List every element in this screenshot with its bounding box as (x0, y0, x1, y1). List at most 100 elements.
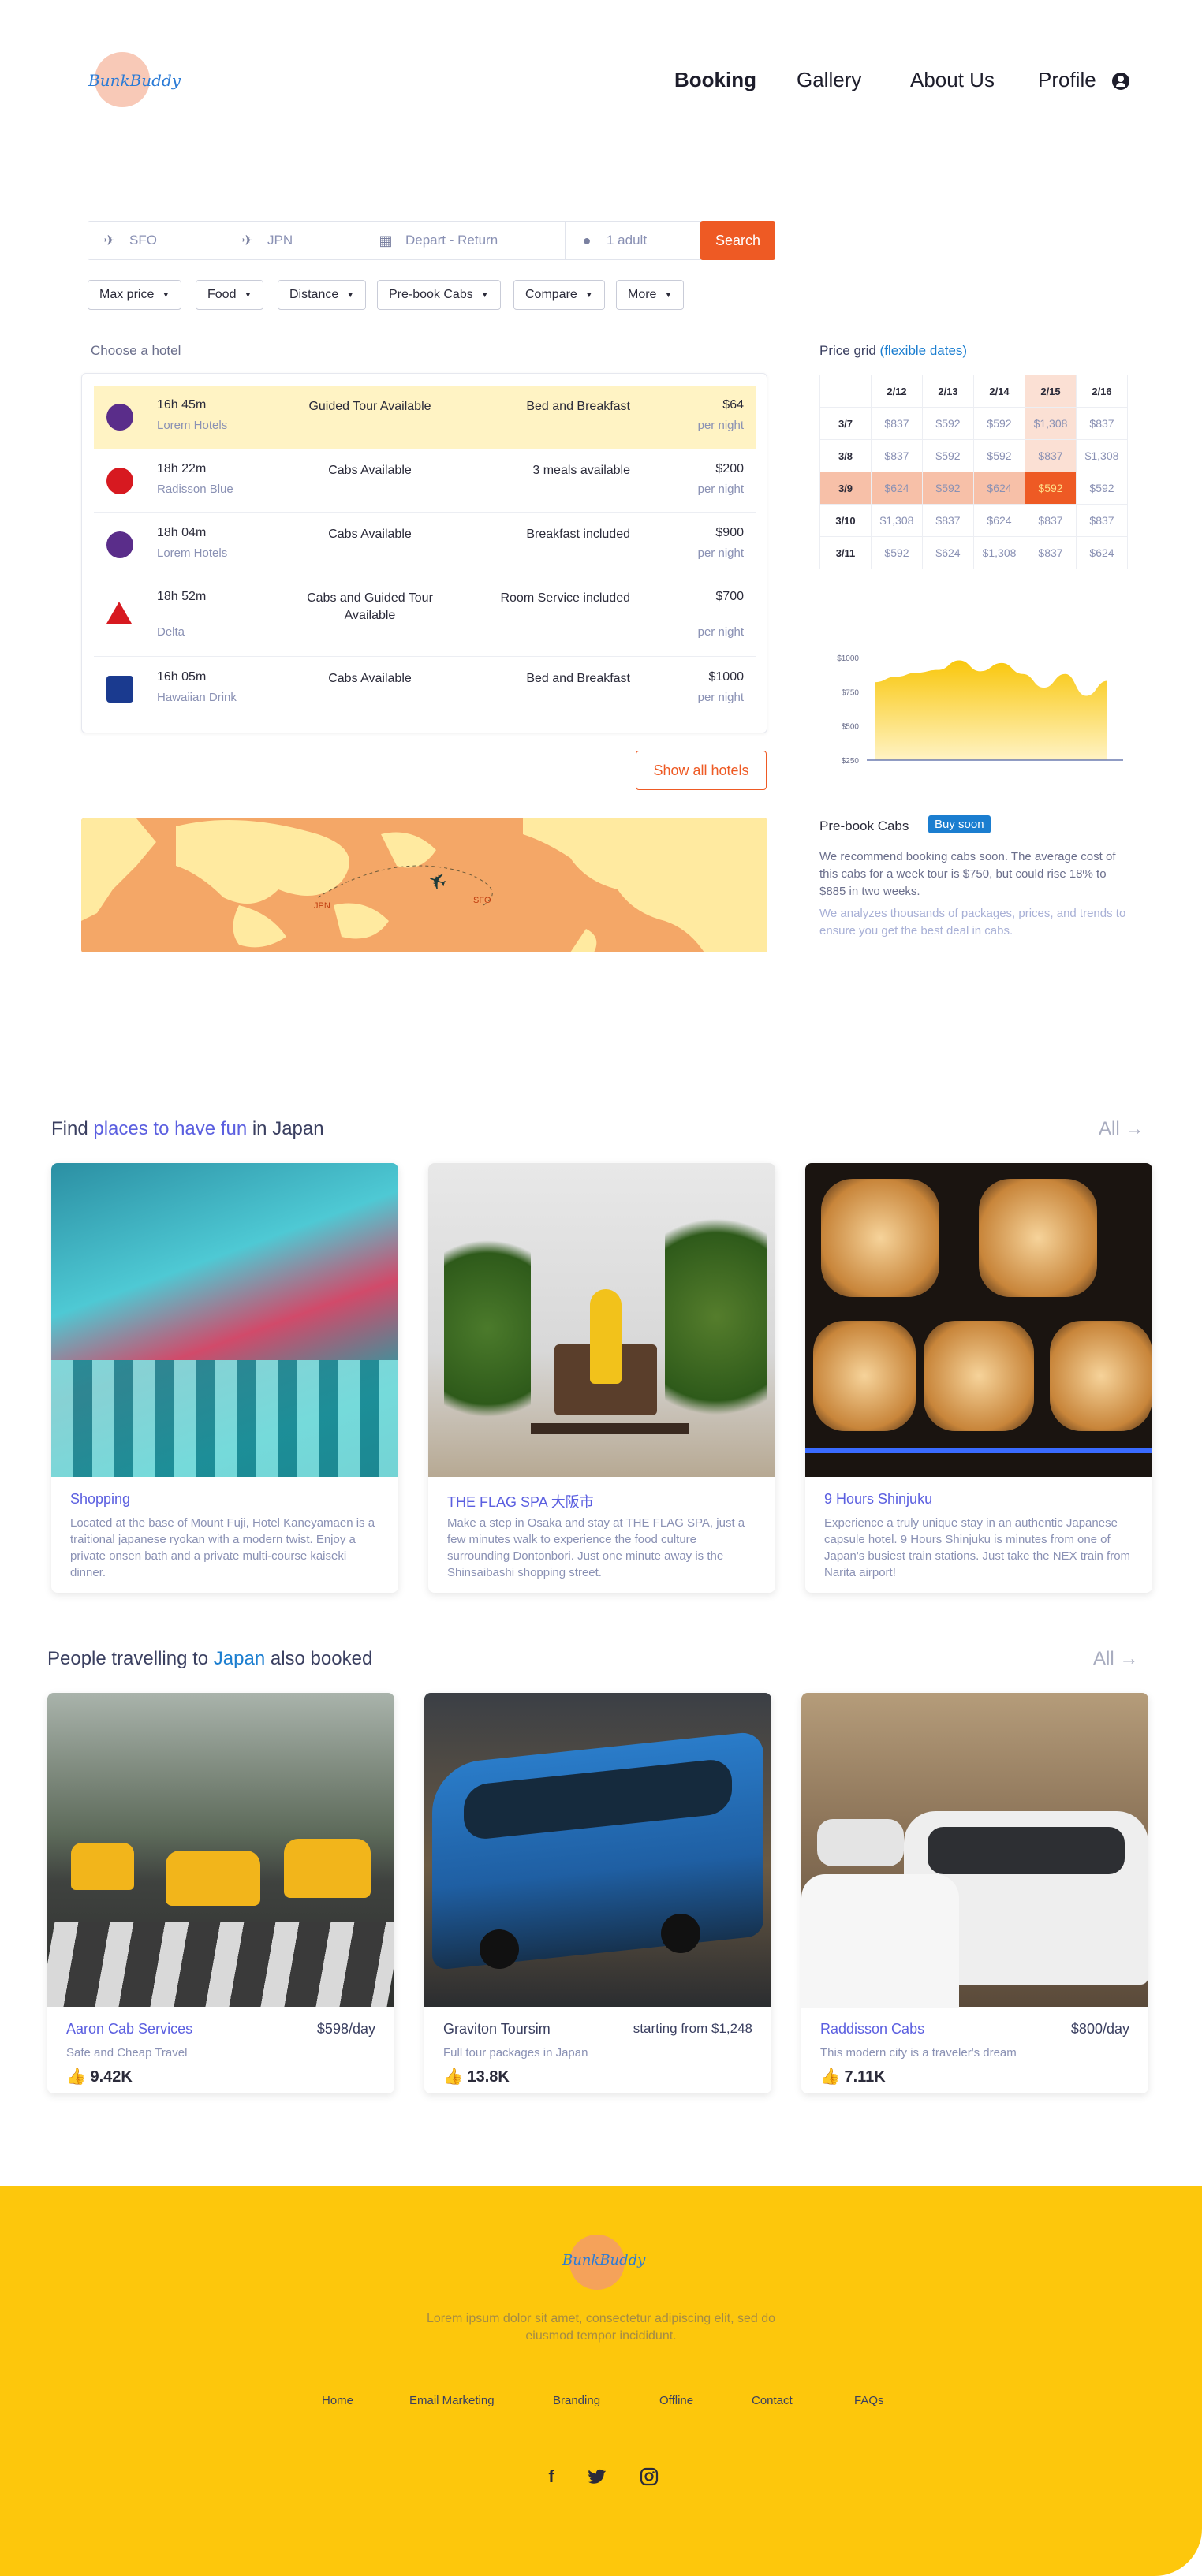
footer-link-faqs[interactable]: FAQs (854, 2394, 884, 2407)
dates-field[interactable]: ▦ Depart - Return (364, 222, 566, 259)
grid-cell[interactable]: $837 (1076, 504, 1128, 537)
hotel-per: per night (697, 419, 744, 432)
from-field[interactable]: ✈ SFO (88, 222, 226, 259)
united-logo-icon (106, 676, 133, 703)
hotel-duration: 18h 22m (157, 462, 207, 475)
fun-card[interactable]: 9 Hours Shinjuku Experience a truly uniq… (805, 1163, 1152, 1593)
hotel-row[interactable]: 16h 45m Lorem Hotels Guided Tour Availab… (94, 386, 756, 449)
grid-cell[interactable]: $1,308 (1025, 407, 1077, 440)
map-to-label: SFO (473, 896, 491, 905)
filter-prebook-cabs[interactable]: Pre-book Cabs ▼ (377, 280, 501, 310)
grid-cell[interactable]: $837 (1076, 407, 1128, 440)
grid-cell[interactable]: $592 (871, 536, 923, 569)
filter-food[interactable]: Food ▼ (196, 280, 264, 310)
filter-label: Pre-book Cabs (389, 288, 473, 301)
thumbs-up-icon: 👍 (820, 2068, 840, 2086)
hotel-service: Cabs and Guided Tour Available (307, 591, 433, 622)
grid-cell[interactable]: $624 (973, 504, 1025, 537)
grid-cell[interactable]: $624 (973, 472, 1025, 505)
hotel-per: per night (697, 483, 744, 496)
twitter-icon[interactable] (585, 2465, 609, 2488)
title-pre: People travelling to (47, 1648, 214, 1669)
hotel-row[interactable]: 18h 04m Lorem Hotels Cabs Available Brea… (94, 514, 756, 576)
grid-cell[interactable]: $837 (1025, 439, 1077, 472)
grid-cell[interactable]: $1,308 (1076, 439, 1128, 472)
instagram-icon[interactable] (637, 2465, 661, 2488)
hawaiian-logo-icon (106, 531, 133, 558)
grid-corner (819, 375, 872, 408)
fun-all-link[interactable]: All → (1099, 1118, 1144, 1140)
grid-cell-selected[interactable]: $592 (1025, 472, 1077, 505)
travelers-field[interactable]: ● 1 adult (566, 222, 704, 259)
grid-cell[interactable]: $592 (973, 439, 1025, 472)
grid-cell[interactable]: $624 (922, 536, 974, 569)
nav-gallery[interactable]: Gallery (797, 68, 861, 92)
footer-link-branding[interactable]: Branding (553, 2394, 600, 2407)
card-likes: 👍 13.8K (443, 2067, 510, 2086)
grid-cell[interactable]: $592 (973, 407, 1025, 440)
grid-cell[interactable]: $592 (1076, 472, 1128, 505)
travelers-value: 1 adult (607, 233, 648, 248)
grid-cell[interactable]: $592 (922, 407, 974, 440)
booked-card[interactable]: Raddisson Cabs $800/day This modern city… (801, 1693, 1148, 2093)
search-button[interactable]: Search (700, 221, 775, 260)
grid-cell[interactable]: $1,308 (871, 504, 923, 537)
all-label: All (1093, 1648, 1114, 1669)
filter-compare[interactable]: Compare ▼ (513, 280, 605, 310)
grid-cell[interactable]: $837 (922, 504, 974, 537)
nav-booking[interactable]: Booking (674, 68, 756, 92)
footer-link-home[interactable]: Home (322, 2394, 353, 2407)
route-map[interactable]: ✈ JPN SFO (81, 818, 767, 952)
booked-card[interactable]: Aaron Cab Services $598/day Safe and Che… (47, 1693, 394, 2093)
grid-cell[interactable]: $837 (871, 439, 923, 472)
footer-link-contact[interactable]: Contact (752, 2394, 793, 2407)
hotel-row[interactable]: 18h 22m Radisson Blue Cabs Available 3 m… (94, 450, 756, 513)
booked-card[interactable]: Graviton Toursim starting from $1,248 Fu… (424, 1693, 771, 2093)
fun-card[interactable]: THE FLAG SPA 大阪市 Make a step in Osaka an… (428, 1163, 775, 1593)
footer-link-offline[interactable]: Offline (659, 2394, 693, 2407)
grid-cell[interactable]: $837 (1025, 536, 1077, 569)
spa-image (428, 1163, 775, 1477)
bus-image (424, 1693, 771, 2007)
title-pre: Find (51, 1118, 94, 1139)
grid-cell[interactable]: $592 (922, 472, 974, 505)
card-title: Aaron Cab Services (66, 2021, 193, 2037)
user-icon[interactable] (1112, 73, 1129, 90)
nav-profile[interactable]: Profile (1038, 68, 1096, 92)
hotel-name: Radisson Blue (157, 483, 233, 496)
hotel-row[interactable]: 18h 52m Delta Cabs and Guided Tour Avail… (94, 578, 756, 657)
card-likes: 👍 7.11K (820, 2067, 886, 2086)
grid-row-header: 3/8 (819, 439, 872, 472)
card-desc: Experience a truly unique stay in an aut… (824, 1516, 1131, 1579)
title-accent: places to have fun (93, 1118, 248, 1139)
hotel-service: Cabs Available (328, 464, 412, 477)
grid-row-header: 3/7 (819, 407, 872, 440)
title-post: also booked (265, 1648, 373, 1669)
grid-cell[interactable]: $592 (922, 439, 974, 472)
card-price: starting from $1,248 (633, 2021, 752, 2036)
booked-all-link[interactable]: All → (1093, 1648, 1138, 1670)
to-field[interactable]: ✈ JPN (226, 222, 364, 259)
fun-card[interactable]: Shopping Located at the base of Mount Fu… (51, 1163, 398, 1593)
grid-cell[interactable]: $624 (1076, 536, 1128, 569)
card-desc: Full tour packages in Japan (443, 2046, 588, 2060)
grid-cell[interactable]: $837 (1025, 504, 1077, 537)
filter-more[interactable]: More ▼ (616, 280, 685, 310)
filter-label: More (628, 288, 657, 301)
hotel-duration: 16h 05m (157, 670, 207, 684)
nav-about[interactable]: About Us (910, 68, 995, 92)
footer-link-email[interactable]: Email Marketing (409, 2394, 495, 2407)
grid-cell[interactable]: $624 (871, 472, 923, 505)
brand-name: BunkBuddy (88, 71, 181, 90)
filter-distance[interactable]: Distance ▼ (278, 280, 367, 310)
facebook-icon[interactable]: f (539, 2465, 563, 2488)
world-map (81, 818, 767, 952)
thumbs-up-icon: 👍 (443, 2068, 463, 2086)
grid-cell[interactable]: $1,308 (973, 536, 1025, 569)
grid-cell[interactable]: $837 (871, 407, 923, 440)
brand-logo[interactable]: BunkBuddy (88, 49, 181, 115)
hotel-name: Hawaiian Drink (157, 691, 237, 704)
hotel-row[interactable]: 16h 05m Hawaiian Drink Cabs Available Be… (94, 658, 756, 721)
filter-max-price[interactable]: Max price ▼ (88, 280, 182, 310)
show-all-hotels-button[interactable]: Show all hotels (636, 751, 767, 790)
